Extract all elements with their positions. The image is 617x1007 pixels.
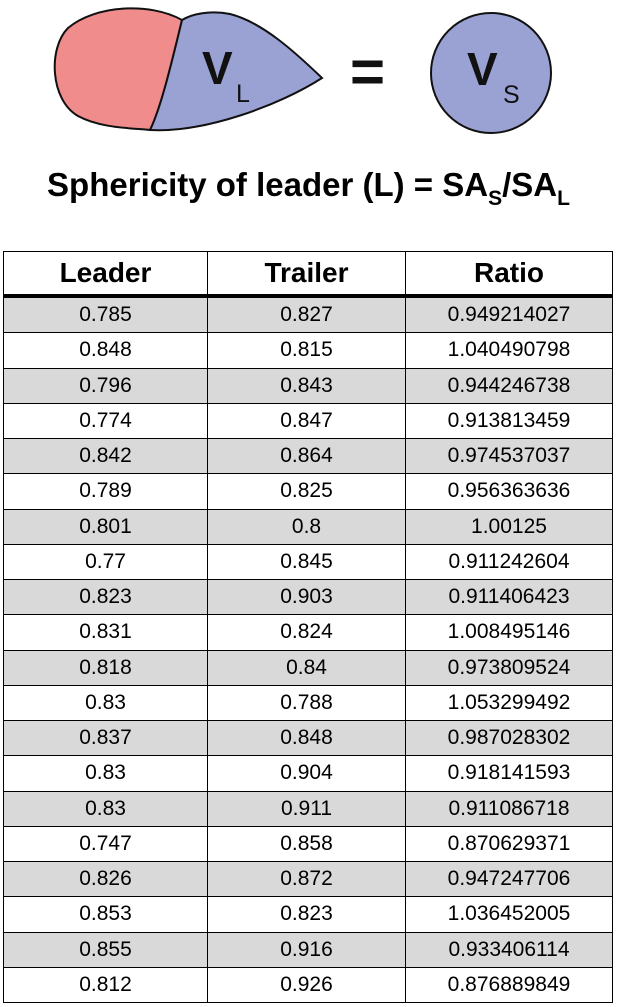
header-trailer: Trailer [207, 251, 406, 298]
table-row: 0.83 0.788 1.053299492 [3, 684, 613, 722]
cell-leader: 0.796 [3, 367, 208, 404]
cell-ratio: 0.876889849 [405, 966, 613, 1004]
cell-trailer: 0.926 [207, 966, 406, 1004]
volume-equivalence-diagram: V L = V S [53, 7, 552, 134]
cell-ratio: 0.947247706 [405, 860, 613, 898]
cell-trailer: 0.8 [207, 508, 406, 545]
cell-trailer: 0.827 [207, 295, 406, 334]
cell-ratio: 1.053299492 [405, 684, 613, 722]
table-row: 0.77 0.845 0.911242604 [3, 543, 613, 581]
formula-subscript-l: L [557, 187, 570, 210]
cell-ratio: 0.911406423 [405, 578, 613, 616]
table-row: 0.823 0.903 0.911406423 [3, 578, 613, 616]
table-row: 0.801 0.8 1.00125 [3, 508, 613, 545]
cell-leader: 0.818 [3, 649, 208, 686]
cell-ratio: 1.008495146 [405, 614, 613, 651]
cell-ratio: 0.911242604 [405, 543, 613, 581]
cell-ratio: 0.870629371 [405, 825, 613, 863]
cell-ratio: 1.036452005 [405, 896, 613, 933]
table-row: 0.818 0.84 0.973809524 [3, 649, 613, 686]
cell-trailer: 0.911 [207, 790, 406, 827]
table-row: 0.837 0.848 0.987028302 [3, 719, 613, 757]
cell-ratio: 0.918141593 [405, 755, 613, 792]
cell-leader: 0.789 [3, 473, 208, 510]
cell-ratio: 0.911086718 [405, 790, 613, 827]
cell-ratio: 0.956363636 [405, 473, 613, 510]
header-leader: Leader [3, 251, 208, 298]
table-header-row: Leader Trailer Ratio [3, 251, 613, 298]
table-row: 0.831 0.824 1.008495146 [3, 614, 613, 651]
table-row: 0.747 0.858 0.870629371 [3, 825, 613, 863]
cell-ratio: 0.913813459 [405, 402, 613, 440]
cell-trailer: 0.847 [207, 402, 406, 440]
cell-trailer: 0.872 [207, 860, 406, 898]
cell-leader: 0.83 [3, 790, 208, 827]
cell-ratio: 0.987028302 [405, 719, 613, 757]
cell-leader: 0.785 [3, 295, 208, 334]
table-row: 0.812 0.926 0.876889849 [3, 966, 613, 1004]
leader-volume-subscript: L [236, 80, 250, 108]
table-row: 0.774 0.847 0.913813459 [3, 402, 613, 440]
cell-leader: 0.812 [3, 966, 208, 1004]
equals-sign: = [350, 38, 385, 105]
cell-leader: 0.831 [3, 614, 208, 651]
header-ratio: Ratio [405, 251, 613, 298]
sphericity-table: Leader Trailer Ratio 0.785 0.827 0.9492140… [3, 251, 613, 1004]
cell-trailer: 0.848 [207, 719, 406, 757]
cell-leader: 0.83 [3, 684, 208, 722]
sphere-volume-letter: V [467, 43, 498, 95]
table-row: 0.842 0.864 0.974537037 [3, 437, 613, 475]
table-row: 0.826 0.872 0.947247706 [3, 860, 613, 898]
cell-leader: 0.842 [3, 437, 208, 475]
cell-trailer: 0.824 [207, 614, 406, 651]
cell-leader: 0.837 [3, 719, 208, 757]
cell-trailer: 0.916 [207, 931, 406, 968]
cell-ratio: 1.040490798 [405, 332, 613, 369]
cell-leader: 0.848 [3, 332, 208, 369]
cell-trailer: 0.843 [207, 367, 406, 404]
table-row: 0.83 0.911 0.911086718 [3, 790, 613, 827]
cell-trailer: 0.904 [207, 755, 406, 792]
leader-volume-letter: V [202, 42, 233, 94]
sphere-volume-subscript: S [503, 81, 520, 109]
cell-trailer: 0.825 [207, 473, 406, 510]
formula-subscript-s: S [488, 187, 503, 210]
table-row: 0.789 0.825 0.956363636 [3, 473, 613, 510]
cell-ratio: 0.949214027 [405, 295, 613, 334]
cell-pair-shape: V L [53, 7, 324, 132]
cell-leader: 0.774 [3, 402, 208, 440]
cell-trailer: 0.84 [207, 649, 406, 686]
cell-trailer: 0.823 [207, 896, 406, 933]
cell-leader: 0.747 [3, 825, 208, 863]
cell-trailer: 0.903 [207, 578, 406, 616]
cell-leader: 0.823 [3, 578, 208, 616]
cell-ratio: 0.944246738 [405, 367, 613, 404]
cell-trailer: 0.864 [207, 437, 406, 475]
cell-trailer: 0.788 [207, 684, 406, 722]
cell-ratio: 0.933406114 [405, 931, 613, 968]
cell-trailer: 0.815 [207, 332, 406, 369]
cell-leader: 0.83 [3, 755, 208, 792]
table-row: 0.785 0.827 0.949214027 [3, 295, 613, 334]
cell-trailer: 0.858 [207, 825, 406, 863]
cell-trailer: 0.845 [207, 543, 406, 581]
cell-leader: 0.77 [3, 543, 208, 581]
table-row: 0.848 0.815 1.040490798 [3, 332, 613, 369]
cell-leader: 0.801 [3, 508, 208, 545]
sphere-shape-group: V S [430, 12, 552, 134]
table-row: 0.855 0.916 0.933406114 [3, 931, 613, 968]
cell-leader: 0.853 [3, 896, 208, 933]
formula-middle: /SA [502, 166, 558, 203]
table-row: 0.853 0.823 1.036452005 [3, 896, 613, 933]
table-body: 0.785 0.827 0.949214027 0.848 0.815 1.0404907… [3, 295, 613, 1004]
sphericity-formula: Sphericity of leader (L) = SAS/SAL [0, 166, 617, 209]
cell-ratio: 1.00125 [405, 508, 613, 545]
formula-prefix: Sphericity of leader (L) = SA [47, 166, 489, 203]
table-row: 0.796 0.843 0.944246738 [3, 367, 613, 404]
cell-ratio: 0.973809524 [405, 649, 613, 686]
cell-ratio: 0.974537037 [405, 437, 613, 475]
cell-leader: 0.826 [3, 860, 208, 898]
table-row: 0.83 0.904 0.918141593 [3, 755, 613, 792]
cell-leader: 0.855 [3, 931, 208, 968]
